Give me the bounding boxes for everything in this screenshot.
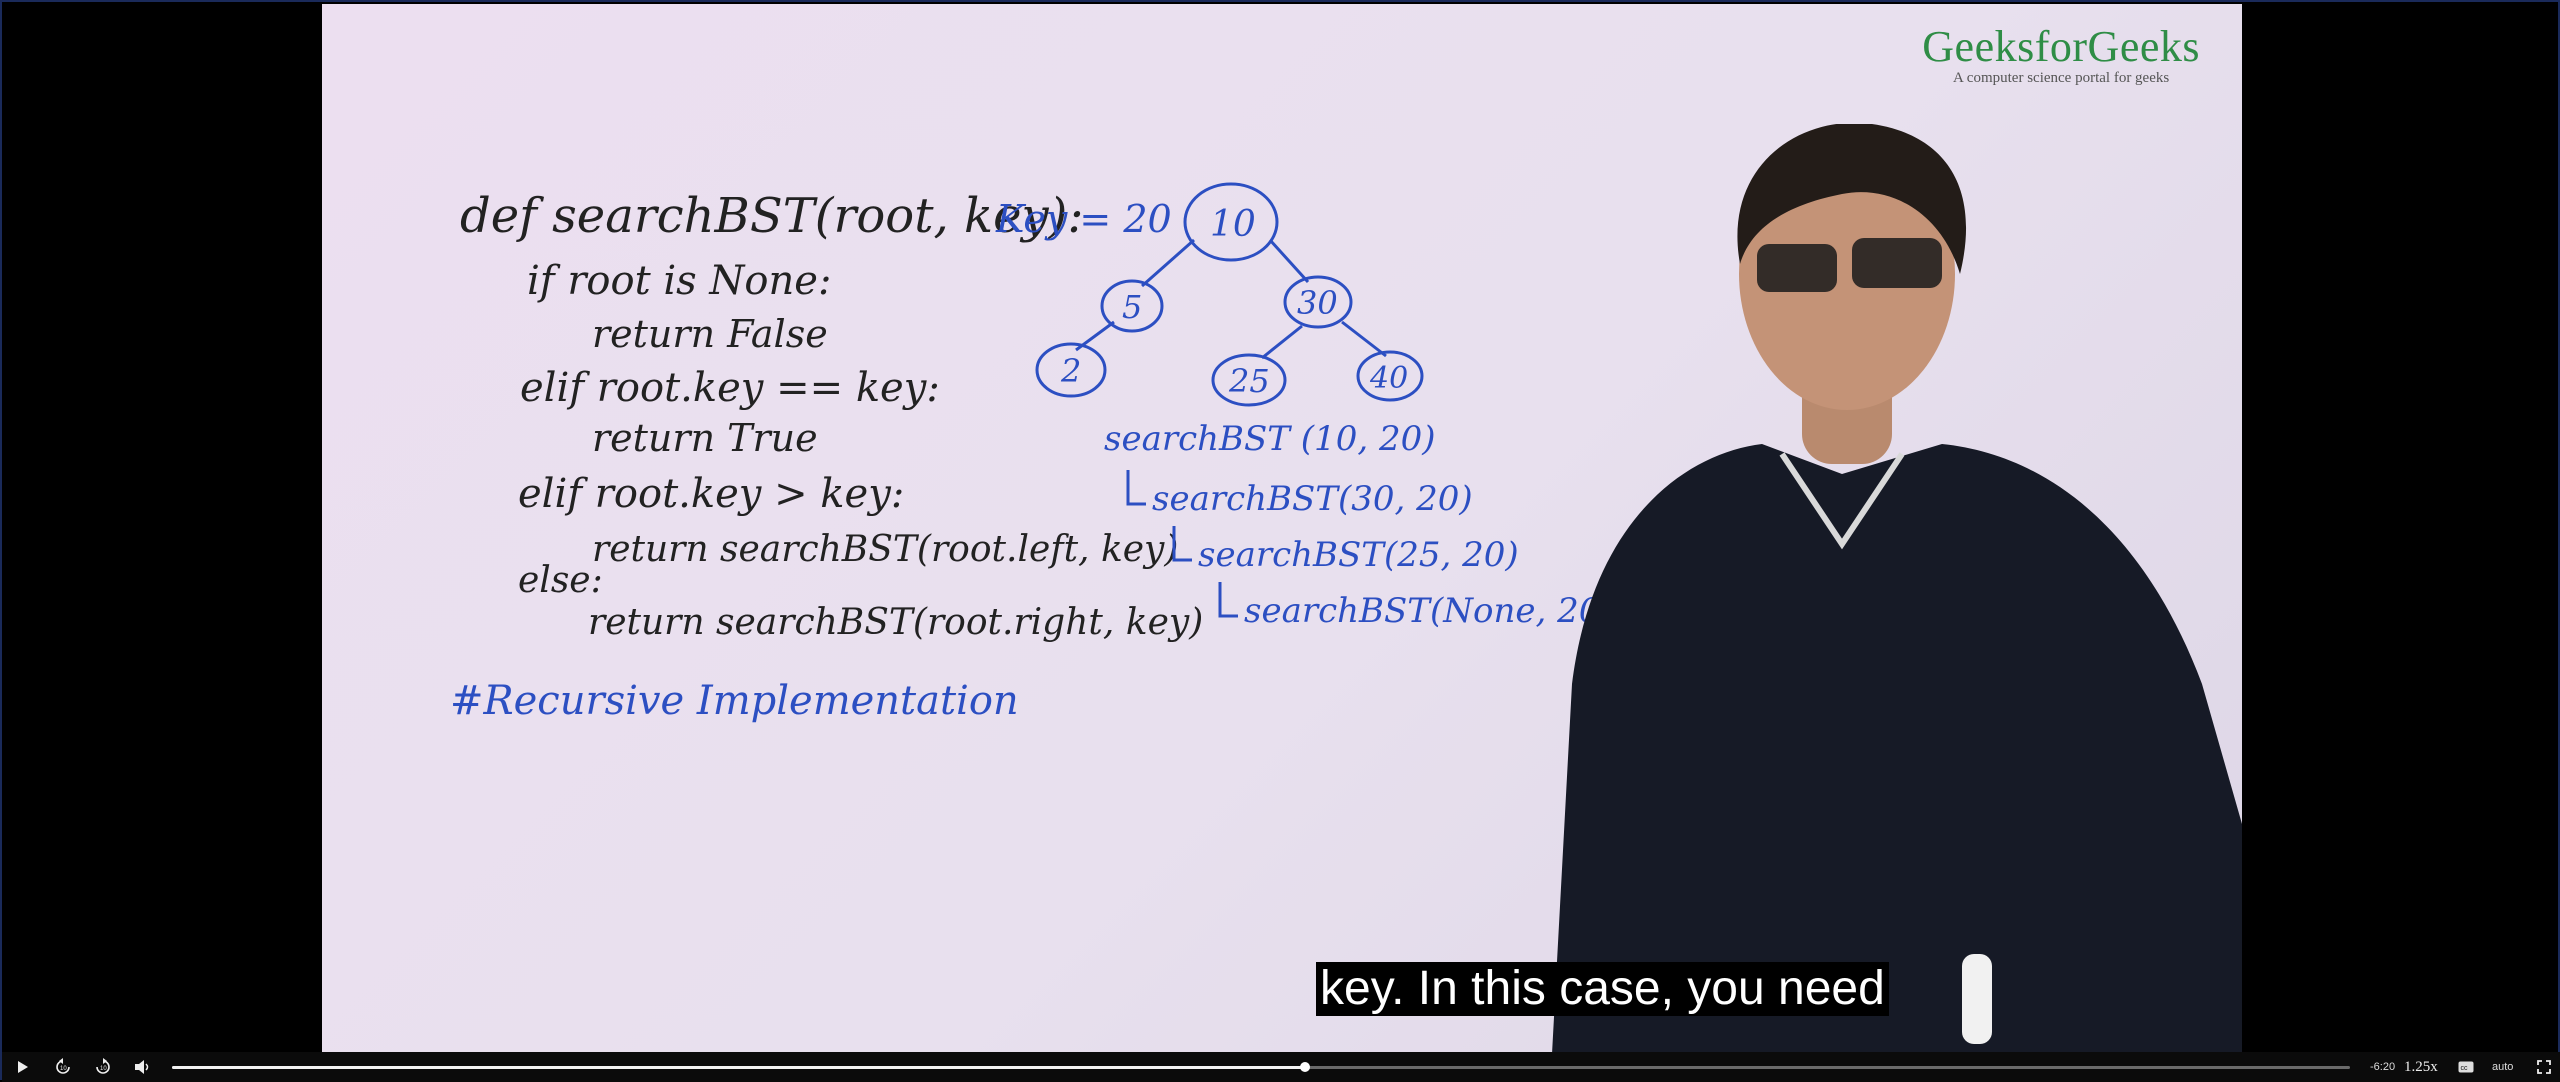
captions-button[interactable]: cc bbox=[2454, 1052, 2478, 1082]
call-arrow-icon bbox=[1218, 582, 1238, 618]
code-line: def searchBST(root, key): bbox=[460, 188, 1084, 244]
key-label: Key = 20 bbox=[995, 197, 1172, 241]
video-player[interactable]: GeeksforGeeks A computer science portal … bbox=[0, 0, 2560, 1082]
quality-selector[interactable]: auto bbox=[2492, 1052, 2513, 1082]
svg-text:10: 10 bbox=[100, 1066, 107, 1072]
play-icon bbox=[18, 1061, 28, 1073]
tree-node-label: 40 bbox=[1369, 361, 1408, 396]
code-line: if root is None: bbox=[527, 258, 831, 304]
glasses-icon bbox=[1757, 244, 1837, 292]
tree-node-label: 25 bbox=[1228, 362, 1270, 400]
fullscreen-icon bbox=[2537, 1060, 2551, 1074]
forward-10-button[interactable]: 10 bbox=[90, 1052, 116, 1082]
tree-node-label: 2 bbox=[1060, 352, 1081, 390]
tree-edge bbox=[1268, 238, 1310, 284]
rewind-10-button[interactable]: 10 bbox=[50, 1052, 76, 1082]
code-line: return False bbox=[592, 312, 828, 356]
volume-icon bbox=[135, 1060, 149, 1074]
code-line: return searchBST(root.right, key) bbox=[588, 602, 1203, 643]
rewind-10-icon: 10 bbox=[56, 1058, 70, 1074]
tree-edge bbox=[1341, 320, 1387, 358]
board-heading: #Recursive Implementation bbox=[450, 678, 1019, 724]
tree-edge bbox=[1141, 238, 1195, 288]
marker-icon bbox=[1962, 954, 1992, 1044]
time-remaining: -6:20 bbox=[2370, 1061, 2396, 1073]
forward-10-icon: 10 bbox=[96, 1058, 110, 1074]
code-line: elif root.key > key: bbox=[518, 471, 904, 517]
tree-node-label: 10 bbox=[1210, 204, 1256, 245]
tree-edge bbox=[1261, 324, 1303, 360]
presenter bbox=[1552, 124, 2242, 1054]
call-arrow-icon bbox=[1126, 470, 1146, 506]
progress-bar[interactable] bbox=[172, 1062, 2350, 1072]
code-line: return searchBST(root.left, key) bbox=[592, 529, 1178, 570]
code-line: return True bbox=[592, 416, 818, 460]
fullscreen-button[interactable] bbox=[2532, 1052, 2556, 1082]
progress-fill bbox=[172, 1066, 1305, 1069]
tree-node-label: 5 bbox=[1122, 288, 1142, 326]
captions-icon: cc bbox=[2458, 1061, 2474, 1073]
code-line: elif root.key == key: bbox=[520, 365, 940, 411]
progress-handle[interactable] bbox=[1299, 1062, 1310, 1072]
svg-text:cc: cc bbox=[2461, 1065, 2469, 1072]
volume-button[interactable] bbox=[130, 1052, 156, 1082]
call-trace-line: searchBST (10, 20) bbox=[1104, 419, 1435, 459]
play-button[interactable] bbox=[10, 1052, 36, 1082]
video-frame[interactable]: GeeksforGeeks A computer science portal … bbox=[322, 4, 2242, 1054]
player-controls: 10 10 -6:20 1.25x cc auto bbox=[2, 1052, 2560, 1082]
code-line: else: bbox=[518, 560, 603, 601]
playback-speed[interactable]: 1.25x bbox=[2404, 1052, 2438, 1082]
subtitle-caption: key. In this case, you need bbox=[1316, 962, 1889, 1016]
svg-text:10: 10 bbox=[60, 1066, 67, 1072]
tree-node-label: 30 bbox=[1297, 284, 1338, 322]
